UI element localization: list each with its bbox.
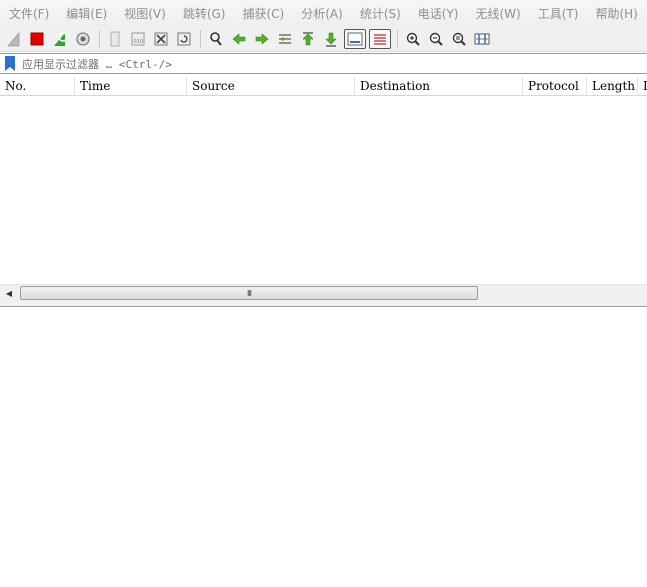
normal-size-icon[interactable]: [449, 29, 469, 49]
display-filter-input[interactable]: 应用显示过滤器 … <Ctrl-/>: [22, 56, 172, 72]
toolbar-separator: [99, 30, 100, 48]
column-header-time[interactable]: Time: [75, 77, 187, 96]
menu-statistics[interactable]: 统计(S): [355, 5, 406, 22]
menu-tools[interactable]: 工具(T): [533, 5, 584, 22]
go-first-packet-icon[interactable]: [298, 29, 318, 49]
scroll-grip-icon: III: [246, 288, 252, 298]
main-toolbar: 010: [0, 27, 647, 52]
scroll-thumb[interactable]: III: [20, 286, 478, 300]
menu-help[interactable]: 帮助(H): [590, 5, 642, 22]
column-header-source[interactable]: Source: [187, 77, 355, 96]
close-file-icon[interactable]: [151, 29, 171, 49]
zoom-out-icon[interactable]: [426, 29, 446, 49]
menu-telephony[interactable]: 电话(Y): [413, 5, 464, 22]
menu-go[interactable]: 跳转(G): [178, 5, 231, 22]
auto-scroll-icon[interactable]: [344, 29, 366, 49]
column-header-info[interactable]: Info: [638, 77, 647, 96]
zoom-in-icon[interactable]: [403, 29, 423, 49]
menu-analyze[interactable]: 分析(A): [296, 5, 348, 22]
menu-wireless[interactable]: 无线(W): [471, 5, 526, 22]
resize-columns-icon[interactable]: [472, 29, 492, 49]
svg-text:010: 010: [134, 39, 144, 45]
column-header-no[interactable]: No.: [0, 77, 75, 96]
colorize-icon[interactable]: [369, 29, 391, 49]
capture-options-icon[interactable]: [73, 29, 93, 49]
toolbar-separator: [200, 30, 201, 48]
column-header-destination[interactable]: Destination: [355, 77, 523, 96]
restart-capture-icon[interactable]: [50, 29, 70, 49]
go-back-icon[interactable]: [229, 29, 249, 49]
save-file-icon[interactable]: 010: [128, 29, 148, 49]
column-header-length[interactable]: Length: [587, 77, 638, 96]
menu-bar: 文件(F) 编辑(E) 视图(V) 跳转(G) 捕获(C) 分析(A) 统计(S…: [0, 0, 647, 27]
display-filter-bar[interactable]: 应用显示过滤器 … <Ctrl-/>: [0, 53, 647, 74]
go-to-packet-icon[interactable]: [275, 29, 295, 49]
packet-list-pane[interactable]: [0, 96, 647, 284]
scroll-left-arrow-icon[interactable]: ◀: [2, 285, 16, 301]
reload-file-icon[interactable]: [174, 29, 194, 49]
go-last-packet-icon[interactable]: [321, 29, 341, 49]
column-header-protocol[interactable]: Protocol: [523, 77, 587, 96]
go-forward-icon[interactable]: [252, 29, 272, 49]
bookmark-icon[interactable]: [4, 55, 16, 72]
menu-capture[interactable]: 捕获(C): [237, 5, 289, 22]
packet-list-header: No. Time Source Destination Protocol Len…: [0, 77, 647, 96]
menu-edit[interactable]: 编辑(E): [61, 5, 112, 22]
open-file-icon[interactable]: [105, 29, 125, 49]
stop-capture-icon[interactable]: [27, 29, 47, 49]
packet-details-pane[interactable]: [0, 307, 647, 587]
find-packet-icon[interactable]: [206, 29, 226, 49]
horizontal-scrollbar[interactable]: ◀ III: [0, 284, 647, 301]
menu-view[interactable]: 视图(V): [119, 5, 171, 22]
shark-fin-start-icon[interactable]: [4, 29, 24, 49]
menu-file[interactable]: 文件(F): [4, 5, 54, 22]
toolbar-separator: [397, 30, 398, 48]
